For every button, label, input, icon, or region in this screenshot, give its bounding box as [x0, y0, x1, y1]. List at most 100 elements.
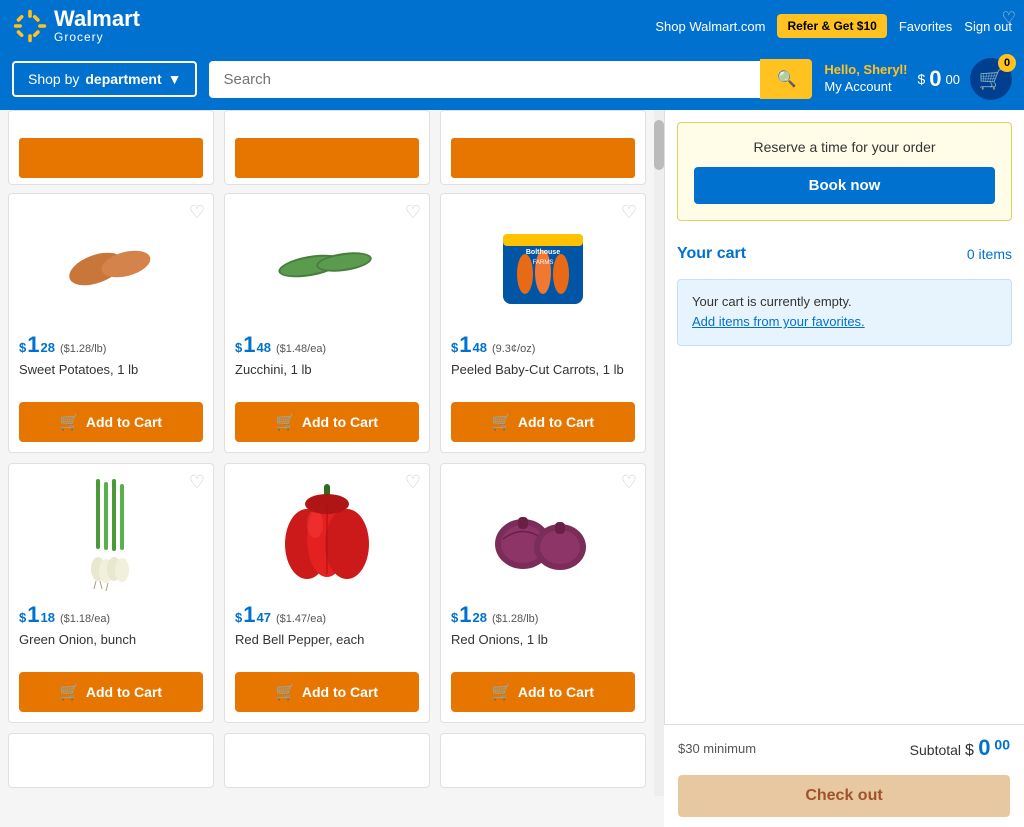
- cart-icon-btn-5: 🛒: [276, 682, 296, 702]
- add-to-cart-sweet-potatoes[interactable]: 🛒 Add to Cart: [19, 402, 203, 442]
- hello-text: Hello, Sheryl! My Account: [824, 62, 907, 96]
- favorite-icon-sweet-potatoes[interactable]: ♡: [189, 202, 205, 223]
- search-container: 🔍: [209, 59, 812, 99]
- cart-dollar-sign: $: [917, 71, 925, 87]
- subtotal-area: Subtotal $ 0 00: [910, 735, 1010, 761]
- favorite-icon-zucchini[interactable]: ♡: [405, 202, 421, 223]
- bottom-stubs-row: ♡: [8, 733, 646, 788]
- favorites-link[interactable]: Favorites: [899, 19, 952, 34]
- sidebar-inner: Reserve a time for your order Book now Y…: [677, 122, 1012, 474]
- walmart-logo-text: Walmart: [54, 8, 140, 30]
- product-image-red-onion: [451, 474, 635, 594]
- cart-icon-circle[interactable]: 🛒 0: [970, 58, 1012, 100]
- main-layout: ♡ $ 1 28 ($1.28/lb) Sweet Potatoes, 1: [0, 110, 1024, 796]
- favorite-icon-green-onion[interactable]: ♡: [189, 472, 205, 493]
- shop-walmart-link[interactable]: Shop Walmart.com: [655, 19, 765, 34]
- walmart-spark-icon: [12, 8, 48, 44]
- cart-empty-box: Your cart is currently empty. Add items …: [677, 279, 1012, 346]
- subtotal-cents: 00: [994, 736, 1010, 752]
- search-input[interactable]: [209, 61, 760, 98]
- add-to-cart-red-pepper[interactable]: 🛒 Add to Cart: [235, 672, 419, 712]
- red-pepper-svg: [277, 479, 377, 589]
- cart-icon-btn-2: 🛒: [276, 412, 296, 432]
- add-to-cart-zucchini[interactable]: 🛒 Add to Cart: [235, 402, 419, 442]
- product-card-green-onion: ♡: [8, 463, 214, 723]
- cart-icon: 🛒: [979, 67, 1004, 92]
- product-card-red-pepper: ♡: [224, 463, 430, 723]
- cart-favorites-link[interactable]: Add items from your favorites.: [692, 314, 865, 329]
- bottom-stub-card-1: ♡: [8, 733, 214, 788]
- dept-label-bold: department: [85, 71, 161, 87]
- add-to-cart-label: Add to Cart: [86, 414, 162, 430]
- your-cart-label: Your cart: [677, 245, 746, 263]
- cart-section-header: Your cart 0 items: [677, 237, 1012, 271]
- product-image-red-pepper: [235, 474, 419, 594]
- add-to-cart-label-4: Add to Cart: [86, 684, 162, 700]
- items-count: 0 items: [967, 246, 1012, 262]
- hello-name: Hello, Sheryl!: [824, 62, 907, 79]
- products-area: ♡ $ 1 28 ($1.28/lb) Sweet Potatoes, 1: [0, 110, 654, 796]
- cart-icon-btn-6: 🛒: [492, 682, 512, 702]
- reserve-title: Reserve a time for your order: [694, 139, 995, 155]
- favorite-icon-carrots[interactable]: ♡: [621, 202, 637, 223]
- zucchini-svg: [272, 224, 382, 304]
- cart-superscript: 00: [946, 72, 960, 87]
- subtotal-dollars: 0: [978, 735, 990, 760]
- dept-label-prefix: Shop by: [28, 71, 79, 87]
- product-card-sweet-potatoes: ♡ $ 1 28 ($1.28/lb) Sweet Potatoes, 1: [8, 193, 214, 453]
- price-area-red-onion: $ 1 28 ($1.28/lb): [451, 602, 635, 628]
- my-account-label[interactable]: My Account: [824, 79, 907, 96]
- favorite-icon-red-onion[interactable]: ♡: [621, 472, 637, 493]
- search-button[interactable]: 🔍: [760, 59, 812, 99]
- sweet-potato-svg: [61, 224, 161, 304]
- green-onion-svg: [76, 474, 146, 594]
- minimum-text: $30 minimum: [678, 741, 756, 756]
- price-area-zucchini: $ 1 48 ($1.48/ea): [235, 332, 419, 358]
- product-image-zucchini: [235, 204, 419, 324]
- subtotal-label: Subtotal: [910, 742, 961, 758]
- stub-bar-3: [451, 138, 635, 178]
- carrots-svg: Bolthouse FARMS: [493, 214, 593, 314]
- cart-empty-text: Your cart is currently empty.: [692, 294, 997, 309]
- stub-bar-1: [19, 138, 203, 178]
- shop-by-department-button[interactable]: Shop by department ▼: [12, 61, 197, 97]
- product-card-red-onion: ♡: [440, 463, 646, 723]
- sidebar: Reserve a time for your order Book now Y…: [664, 110, 1024, 796]
- product-card-zucchini: ♡ $ 1 48 ($1.48/ea): [224, 193, 430, 453]
- product-image-green-onion: [19, 474, 203, 594]
- chevron-down-icon: ▼: [168, 71, 182, 87]
- checkout-button[interactable]: Check out: [678, 775, 1010, 817]
- cart-badge: 0: [998, 54, 1016, 72]
- dollar-sign: $: [965, 742, 978, 759]
- cart-bottom-bar: $30 minimum Subtotal $ 0 00 Check out: [664, 724, 1024, 827]
- product-card-carrots: ♡ Bolthouse FARMS: [440, 193, 646, 453]
- top-stubs-row: [8, 110, 646, 185]
- book-now-button[interactable]: Book now: [694, 167, 995, 204]
- product-name-sweet-potatoes: Sweet Potatoes, 1 lb: [19, 362, 203, 394]
- add-to-cart-green-onion[interactable]: 🛒 Add to Cart: [19, 672, 203, 712]
- top-links: Shop Walmart.com Refer & Get $10 Favorit…: [655, 14, 1012, 38]
- product-name-carrots: Peeled Baby-Cut Carrots, 1 lb: [451, 362, 635, 394]
- favorite-icon-red-pepper[interactable]: ♡: [405, 472, 421, 493]
- cart-icon-btn: 🛒: [60, 412, 80, 432]
- scrollbar[interactable]: [654, 110, 664, 796]
- navbar: Shop by department ▼ 🔍 Hello, Sheryl! My…: [0, 52, 1024, 110]
- user-area: Hello, Sheryl! My Account $ 0 00 🛒 0: [824, 58, 1012, 100]
- logo-area: Walmart Grocery: [12, 8, 140, 44]
- price-area-green-onion: $ 1 18 ($1.18/ea): [19, 602, 203, 628]
- product-name-zucchini: Zucchini, 1 lb: [235, 362, 419, 394]
- stub-card-1: [8, 110, 214, 185]
- add-to-cart-carrots[interactable]: 🛒 Add to Cart: [451, 402, 635, 442]
- cart-total-area: $ 0 00: [917, 66, 960, 92]
- add-to-cart-red-onion[interactable]: 🛒 Add to Cart: [451, 672, 635, 712]
- stub-bar-2: [235, 138, 419, 178]
- svg-text:Bolthouse: Bolthouse: [526, 249, 560, 256]
- product-name-green-onion: Green Onion, bunch: [19, 632, 203, 664]
- product-grid: ♡ $ 1 28 ($1.28/lb) Sweet Potatoes, 1: [8, 185, 646, 723]
- product-image-sweet-potatoes: [19, 204, 203, 324]
- cart-icon-btn-4: 🛒: [60, 682, 80, 702]
- refer-button[interactable]: Refer & Get $10: [777, 14, 886, 38]
- add-to-cart-label-2: Add to Cart: [302, 414, 378, 430]
- bottom-stub-card-3: [440, 733, 646, 788]
- scrollbar-thumb[interactable]: [654, 120, 664, 170]
